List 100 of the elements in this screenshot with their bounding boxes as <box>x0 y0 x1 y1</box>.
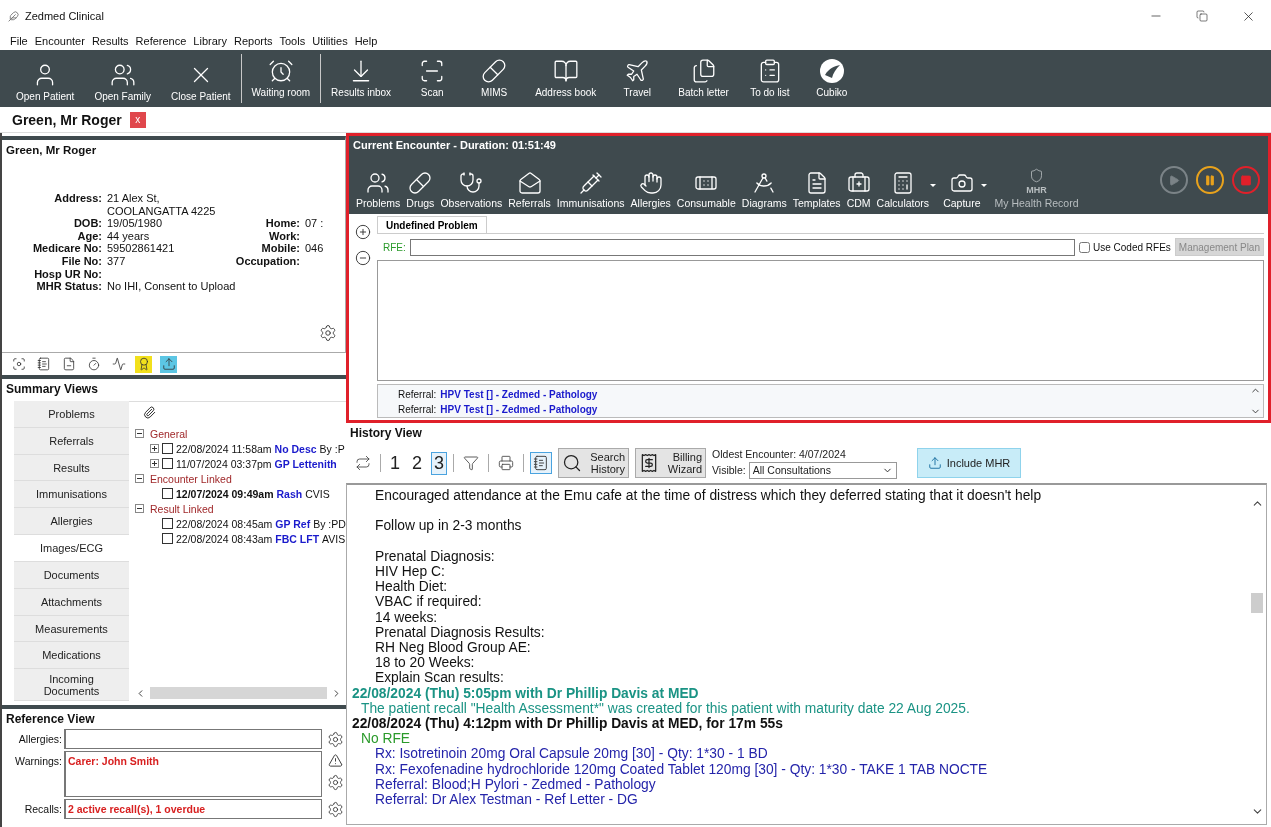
toolbar-button[interactable]: Close Patient <box>164 50 238 107</box>
toolbar-button[interactable]: MIMS <box>466 54 523 103</box>
summary-tab[interactable]: Documents <box>14 561 129 589</box>
page-button[interactable]: 2 <box>409 451 426 475</box>
toolbar-button[interactable]: Address book <box>528 54 604 103</box>
page-button[interactable]: 1 <box>387 451 403 475</box>
search-history-button[interactable]: Search History <box>558 448 630 478</box>
settings-icon[interactable] <box>319 324 337 342</box>
item-title[interactable]: GP Lettenith <box>274 457 337 470</box>
settings-icon[interactable] <box>326 731 344 748</box>
item-title[interactable]: No Desc <box>274 442 317 455</box>
encounter-tool-button[interactable]: Referrals <box>505 171 554 209</box>
summary-tab[interactable]: Incoming Documents <box>14 669 129 702</box>
encounter-tool-button[interactable]: Calculators <box>873 171 933 209</box>
menu-item[interactable]: Utilities <box>312 35 348 47</box>
toolbar-button[interactable]: Batch letter <box>671 54 736 103</box>
expand-icon[interactable] <box>150 444 159 453</box>
icon-button[interactable] <box>160 355 177 373</box>
referral-link[interactable]: HPV Test [] - Zedmed - Pathology <box>440 402 598 417</box>
item-title[interactable]: GP Ref <box>275 517 311 530</box>
settings-icon[interactable] <box>326 774 344 791</box>
toolbar-button[interactable]: Waiting room <box>244 54 318 103</box>
visible-select[interactable]: All Consultations <box>748 461 897 479</box>
close-tab-button[interactable]: x <box>129 111 146 128</box>
encounter-tool-button[interactable]: Observations <box>437 171 506 209</box>
window-title: Zedmed Clinical <box>25 10 104 22</box>
menu-item[interactable]: Encounter <box>34 35 85 47</box>
encounter-tool-button[interactable]: Consumable <box>673 171 739 209</box>
referral-link[interactable]: HPV Test [] - Zedmed - Pathology <box>440 387 598 402</box>
icon-button[interactable] <box>110 355 127 373</box>
field-label: Allergies: <box>17 732 62 745</box>
item-date: 22/08/2024 08:45am <box>176 517 273 530</box>
menu-item[interactable]: Results <box>91 35 129 47</box>
collapse-icon[interactable] <box>135 429 144 438</box>
menu-item[interactable]: File <box>10 35 28 47</box>
horizontal-scrollbar[interactable] <box>135 685 342 701</box>
tree-group-label[interactable]: Encounter Linked <box>150 472 232 485</box>
icon-button[interactable] <box>135 355 152 373</box>
problem-tab[interactable]: Undefined Problem <box>377 216 487 233</box>
icon-button[interactable] <box>10 355 27 373</box>
menu-item[interactable]: Library <box>193 35 227 47</box>
checkbox-label[interactable]: Use Coded RFEs <box>1093 241 1171 253</box>
text-field[interactable] <box>64 729 322 749</box>
summary-tab[interactable]: Immunisations <box>14 481 129 509</box>
dropdown-caret-icon[interactable] <box>930 184 937 187</box>
text-field[interactable]: Carer: John Smith <box>64 751 322 797</box>
settings-icon[interactable] <box>326 801 344 818</box>
summary-tab[interactable]: Allergies <box>14 508 129 536</box>
tree-group-label[interactable]: Result Linked <box>150 502 214 515</box>
menu-item[interactable]: Tools <box>279 35 306 47</box>
checkbox[interactable] <box>162 488 173 499</box>
collapse-icon[interactable] <box>135 474 144 483</box>
toolbar-button[interactable]: Open Family <box>87 50 159 107</box>
encounter-tool-button[interactable]: Problems <box>353 171 404 209</box>
toolbar-button[interactable]: Results inbox <box>324 54 399 103</box>
toolbar-button[interactable]: Travel <box>609 54 666 103</box>
menu-item[interactable]: Reference <box>135 35 187 47</box>
item-title[interactable]: Rash <box>276 487 303 500</box>
collapse-icon[interactable] <box>135 504 144 513</box>
tree-group-label[interactable]: General <box>150 427 188 440</box>
text-field[interactable]: 2 active recall(s), 1 overdue <box>64 799 322 819</box>
billing-wizard-button[interactable]: Billing Wizard <box>635 448 707 478</box>
toolbar-button[interactable]: Open Patient <box>9 50 82 107</box>
encounter-tool-button[interactable]: Allergies <box>627 171 674 209</box>
include-mhr-button[interactable]: Include MHR <box>916 448 1022 478</box>
add-button[interactable] <box>355 224 371 240</box>
checkbox[interactable] <box>162 518 173 529</box>
toolbar-button[interactable]: Scan <box>404 54 461 103</box>
rfe-input-field[interactable] <box>409 238 1075 256</box>
checkbox[interactable] <box>162 533 173 544</box>
encounter-tool-button[interactable]: CDM <box>843 171 874 209</box>
menu-item[interactable]: Help <box>354 35 378 47</box>
remove-button[interactable] <box>355 250 371 266</box>
patient-tab[interactable]: Green, Mr Roger <box>12 111 122 128</box>
expand-icon[interactable] <box>150 459 159 468</box>
summary-tab[interactable]: Medications <box>14 642 129 670</box>
summary-tab[interactable]: Measurements <box>14 615 129 643</box>
toolbar-button[interactable]: Cubiko <box>803 54 860 103</box>
summary-tab[interactable]: Attachments <box>14 588 129 616</box>
menu-item[interactable]: Reports <box>233 35 273 47</box>
encounter-tool-button[interactable]: Immunisations <box>553 171 628 209</box>
paperclip-icon[interactable] <box>143 406 156 419</box>
encounter-tool-button[interactable]: Templates <box>789 171 844 209</box>
encounter-tool-button[interactable]: Drugs <box>403 171 438 209</box>
checkbox[interactable] <box>162 458 173 469</box>
item-title[interactable]: FBC LFT <box>275 532 320 545</box>
icon-button[interactable] <box>35 355 52 373</box>
summary-tab[interactable]: Referrals <box>14 427 129 455</box>
encounter-tool-button[interactable]: Capture <box>940 171 984 209</box>
summary-tab[interactable]: Results <box>14 454 129 482</box>
dropdown-caret-icon[interactable] <box>981 184 988 187</box>
encounter-tool-button[interactable]: Diagrams <box>738 171 790 209</box>
pause-button[interactable] <box>1196 166 1224 194</box>
toolbar-button[interactable]: To do list <box>741 54 798 103</box>
summary-tab[interactable]: Problems <box>14 401 129 428</box>
notes-view-button[interactable] <box>530 452 553 474</box>
checkbox[interactable] <box>162 443 173 454</box>
checkbox[interactable] <box>1079 241 1090 253</box>
page-button[interactable]: 3 <box>431 451 448 475</box>
scrollbar-thumb[interactable] <box>1251 593 1263 613</box>
